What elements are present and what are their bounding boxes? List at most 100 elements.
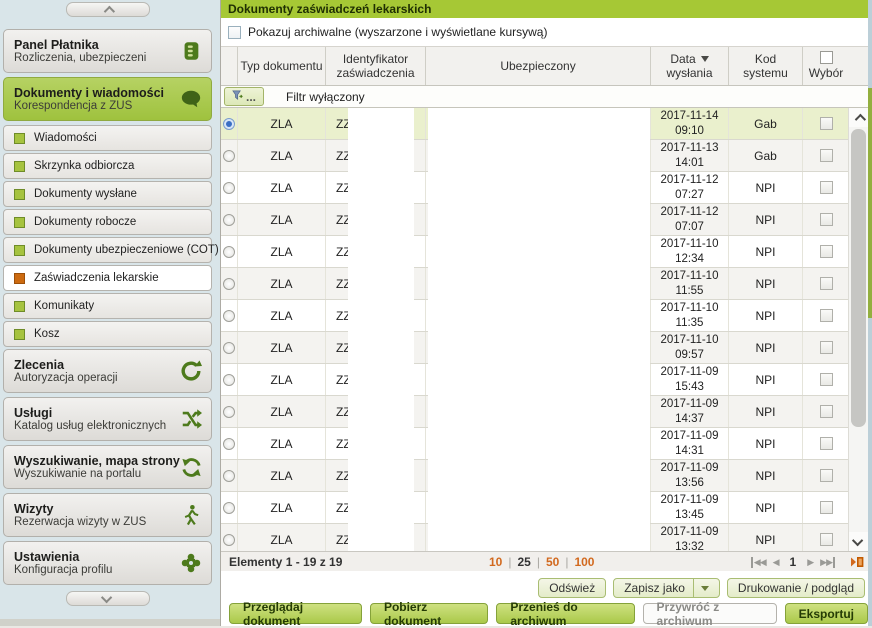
save-as-button[interactable]: Zapisz jako (613, 578, 720, 598)
column-header-identyfikator-zaswiadczenia[interactable]: Identyfikator zaświadczenia (326, 47, 426, 85)
chevron-down-icon (851, 534, 862, 545)
sidebar-collapse-up-button[interactable] (66, 2, 150, 17)
row-checkbox[interactable] (820, 213, 833, 226)
sidebar-item-title: Ustawienia (14, 550, 179, 564)
sidebar-item-label: Dokumenty robocze (34, 216, 136, 228)
sidebar-item-komunikaty[interactable]: Komunikaty (3, 293, 212, 319)
cell-data-wyslania: 2017-11-1409:10 (651, 108, 729, 139)
row-checkbox[interactable] (820, 181, 833, 194)
column-header-typ-dokumentu[interactable]: Typ dokumentu (238, 47, 326, 85)
page-size-option-10[interactable]: 10 (489, 555, 502, 569)
first-page-button[interactable]: ◀◀ (751, 557, 766, 568)
row-radio-button[interactable] (223, 534, 235, 546)
detach-view-icon[interactable] (850, 556, 864, 568)
sidebar-item-uslugi[interactable]: Usługi Katalog usług elektronicznych (3, 397, 212, 441)
column-header-ubezpieczony[interactable]: Ubezpieczony (426, 47, 651, 85)
row-checkbox[interactable] (820, 373, 833, 386)
sidebar-item-dokumenty-wyslane[interactable]: Dokumenty wysłane (3, 181, 212, 207)
column-header-radio (221, 47, 238, 85)
row-radio-button[interactable] (223, 406, 235, 418)
row-radio-button[interactable] (223, 214, 235, 226)
row-radio-button[interactable] (223, 278, 235, 290)
prev-page-button[interactable]: ◀ (773, 557, 779, 568)
row-checkbox[interactable] (820, 117, 833, 130)
sort-desc-icon (701, 56, 709, 62)
przeglądaj-dokument-button[interactable]: Przeglądaj dokument (229, 603, 362, 624)
sidebar-item-ustawienia[interactable]: Ustawienia Konfiguracja profilu (3, 541, 212, 585)
page-size-option-25[interactable]: 25 (517, 555, 530, 569)
table-scrollbar[interactable] (848, 108, 868, 551)
scroll-thumb[interactable] (851, 129, 866, 427)
row-checkbox[interactable] (820, 437, 833, 450)
row-checkbox[interactable] (820, 501, 833, 514)
next-page-button[interactable]: ▶ (807, 557, 813, 568)
sidebar-item-label: Dokumenty ubezpieczeniowe (COT) (34, 244, 219, 256)
cell-radio (221, 300, 238, 331)
cell-kod-systemu: NPI (729, 172, 803, 203)
save-as-dropdown-button[interactable] (693, 579, 709, 597)
row-checkbox[interactable] (820, 469, 833, 482)
sidebar-nav: Panel Płatnika Rozliczenia, ubezpieczeni… (3, 29, 212, 585)
row-checkbox[interactable] (820, 149, 833, 162)
sidebar-item-wiadomosci[interactable]: Wiadomości (3, 125, 212, 151)
row-radio-button[interactable] (223, 502, 235, 514)
column-label: Kod systemu (731, 52, 800, 81)
column-label: Identyfikator zaświadczenia (328, 52, 423, 81)
row-checkbox[interactable] (820, 405, 833, 418)
cell-typ-dokumentu: ZLA (238, 268, 326, 299)
sidebar-item-kosz[interactable]: Kosz (3, 321, 212, 347)
sidebar-item-dokumenty-i-wiadomosci[interactable]: Dokumenty i wiadomości Korespondencja z … (3, 77, 212, 121)
cell-typ-dokumentu: ZLA (238, 460, 326, 491)
column-header-wybor[interactable]: Wybór (803, 47, 849, 85)
row-radio-button[interactable] (223, 150, 235, 162)
window-scrollbar[interactable] (868, 0, 872, 626)
przenieś-do-archiwum-button[interactable]: Przenieś do archiwum (496, 603, 634, 624)
select-all-checkbox[interactable] (820, 51, 833, 64)
row-radio-button[interactable] (223, 438, 235, 450)
sidebar-item-skrzynka-odbiorcza[interactable]: Skrzynka odbiorcza (3, 153, 212, 179)
pobierz-dokument-button[interactable]: Pobierz dokument (370, 603, 488, 624)
window-scroll-thumb[interactable] (868, 88, 872, 318)
row-radio-button[interactable] (223, 310, 235, 322)
scroll-up-button[interactable] (849, 108, 868, 127)
row-radio-button[interactable] (223, 470, 235, 482)
row-radio-button[interactable] (223, 182, 235, 194)
row-checkbox[interactable] (820, 341, 833, 354)
page-size-option-50[interactable]: 50 (546, 555, 559, 569)
sidebar-item-wizyty[interactable]: Wizyty Rezerwacja wizyty w ZUS (3, 493, 212, 537)
sidebar-item-wyszukiwanie-mapa-strony[interactable]: Wyszukiwanie, mapa strony Wyszukiwanie n… (3, 445, 212, 489)
sidebar-item-zlecenia[interactable]: Zlecenia Autoryzacja operacji (3, 349, 212, 393)
sidebar-item-dokumenty-robocze[interactable]: Dokumenty robocze (3, 209, 212, 235)
app-window: Panel Płatnika Rozliczenia, ubezpieczeni… (0, 0, 872, 626)
column-header-kod-systemu[interactable]: Kod systemu (729, 47, 803, 85)
row-checkbox[interactable] (820, 245, 833, 258)
column-label: Ubezpieczony (500, 59, 575, 73)
row-checkbox[interactable] (820, 533, 833, 546)
row-radio-button[interactable] (223, 118, 235, 130)
page-size-option-100[interactable]: 100 (574, 555, 594, 569)
cell-data-wyslania: 2017-11-1207:07 (651, 204, 729, 235)
przywróć-z-archiwum-button[interactable]: Przywróć z archiwum (643, 603, 777, 624)
row-radio-button[interactable] (223, 246, 235, 258)
eksportuj-button[interactable]: Eksportuj (785, 603, 868, 624)
scroll-down-button[interactable] (849, 532, 868, 551)
branch-arrows-icon (179, 407, 203, 431)
column-header-data-wyslania[interactable]: Data wysłania (651, 47, 729, 85)
print-preview-button[interactable]: Drukowanie / podgląd (727, 578, 865, 598)
row-checkbox[interactable] (820, 309, 833, 322)
sidebar-item-dokumenty-ubezpieczeniowe-cot[interactable]: Dokumenty ubezpieczeniowe (COT) (3, 237, 212, 263)
filter-button[interactable]: ... (224, 87, 264, 106)
row-radio-button[interactable] (223, 374, 235, 386)
cell-wybor (803, 172, 849, 203)
refresh-button[interactable]: Odśwież (538, 578, 606, 598)
cell-radio (221, 108, 238, 139)
sidebar-collapse-down-button[interactable] (66, 591, 150, 606)
sidebar-item-panel-platnika[interactable]: Panel Płatnika Rozliczenia, ubezpieczeni (3, 29, 212, 73)
show-archive-checkbox[interactable] (228, 26, 241, 39)
filter-row: ... Filtr wyłączony (221, 86, 868, 108)
sidebar-item-zaswiadczenia-lekarskie[interactable]: Zaświadczenia lekarskie (3, 265, 212, 291)
cell-data-wyslania: 2017-11-0914:37 (651, 396, 729, 427)
row-radio-button[interactable] (223, 342, 235, 354)
last-page-button[interactable]: ▶▶ (820, 557, 835, 568)
row-checkbox[interactable] (820, 277, 833, 290)
